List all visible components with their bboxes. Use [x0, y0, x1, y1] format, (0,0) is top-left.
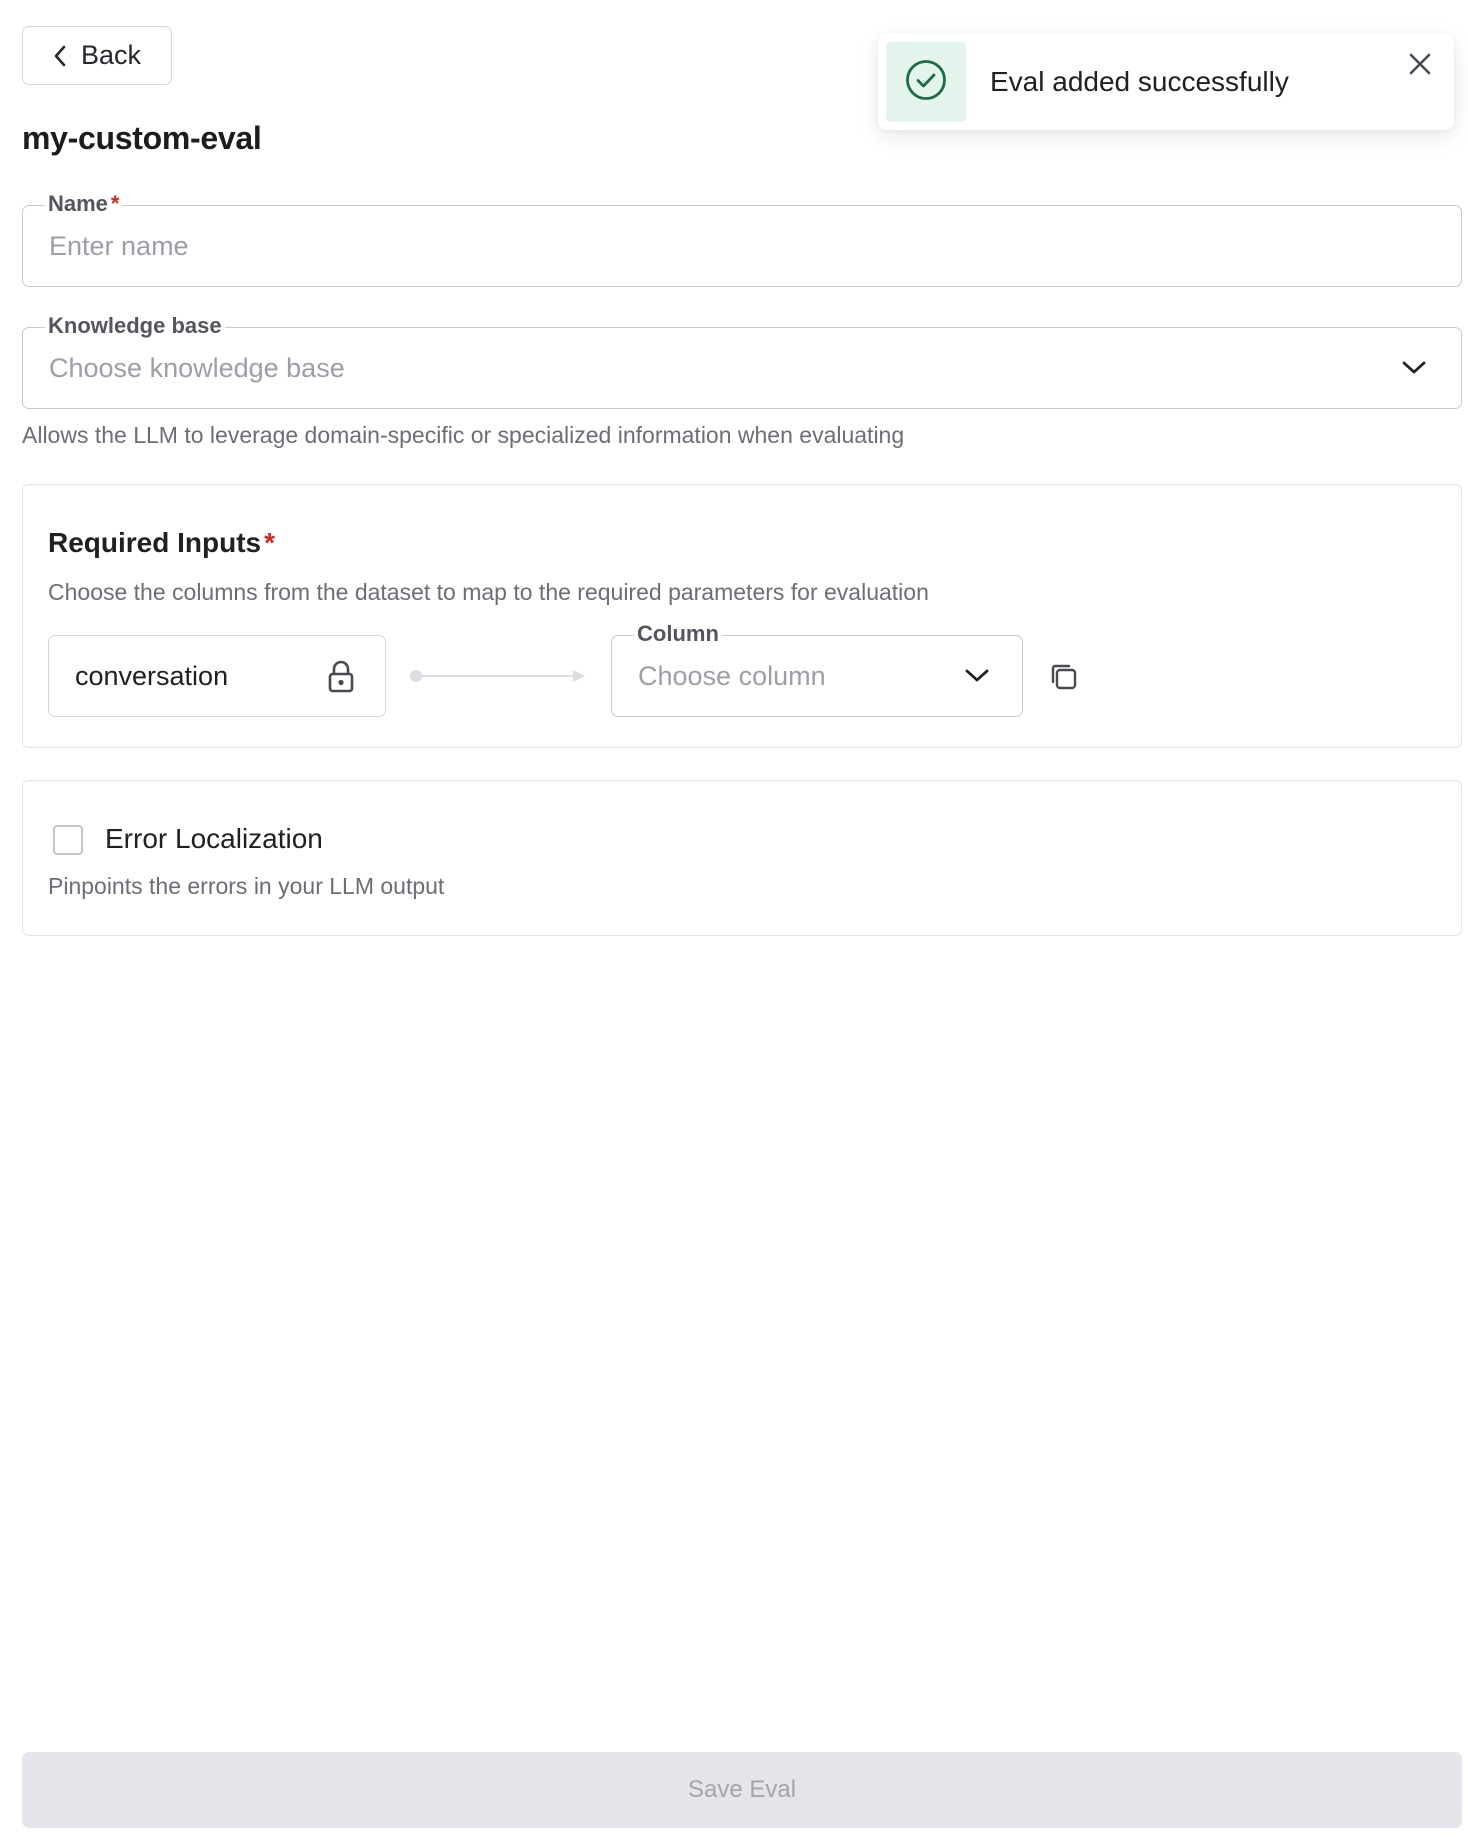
column-placeholder: Choose column	[638, 660, 826, 691]
back-button-label: Back	[80, 40, 142, 70]
copy-icon[interactable]	[1046, 659, 1082, 695]
toast-icon-container	[886, 42, 966, 122]
success-toast: Eval added successfully	[878, 34, 1454, 130]
save-eval-button[interactable]: Save Eval	[22, 1752, 1462, 1828]
lock-icon	[327, 659, 355, 693]
check-circle-icon	[904, 58, 948, 107]
chevron-down-icon[interactable]	[1401, 360, 1427, 376]
knowledge-base-select[interactable]: Knowledge base Choose knowledge base	[22, 311, 1462, 409]
chevron-left-icon	[53, 45, 67, 67]
parameter-field: conversation	[48, 635, 386, 717]
toast-message: Eval added successfully	[990, 66, 1289, 97]
name-field: Name *	[22, 189, 1462, 287]
error-localization-card: Error Localization Pinpoints the errors …	[22, 780, 1462, 936]
parameter-value: conversation	[75, 660, 229, 691]
required-marker: *	[264, 527, 276, 558]
knowledge-base-placeholder: Choose knowledge base	[49, 352, 345, 383]
error-localization-label[interactable]: Error Localization	[105, 823, 323, 855]
close-icon[interactable]	[1402, 46, 1438, 82]
eval-editor-page: Back my-custom-eval Name* Knowledge base…	[0, 0, 1468, 1846]
column-select[interactable]: Column Choose column	[611, 619, 1023, 717]
name-input[interactable]	[49, 206, 1377, 286]
page-title: my-custom-eval	[22, 120, 262, 156]
mapping-arrow-icon	[409, 668, 589, 689]
back-button[interactable]: Back	[22, 26, 172, 85]
required-inputs-description: Choose the columns from the dataset to m…	[48, 579, 929, 605]
knowledge-base-helper-text: Allows the LLM to leverage domain-specif…	[22, 422, 905, 448]
required-inputs-card: Required Inputs * Choose the columns from…	[22, 484, 1462, 748]
required-inputs-title: Required Inputs *	[48, 527, 276, 558]
chevron-down-icon[interactable]	[964, 668, 990, 684]
error-localization-checkbox[interactable]	[53, 825, 83, 855]
error-localization-description: Pinpoints the errors in your LLM output	[48, 873, 445, 899]
